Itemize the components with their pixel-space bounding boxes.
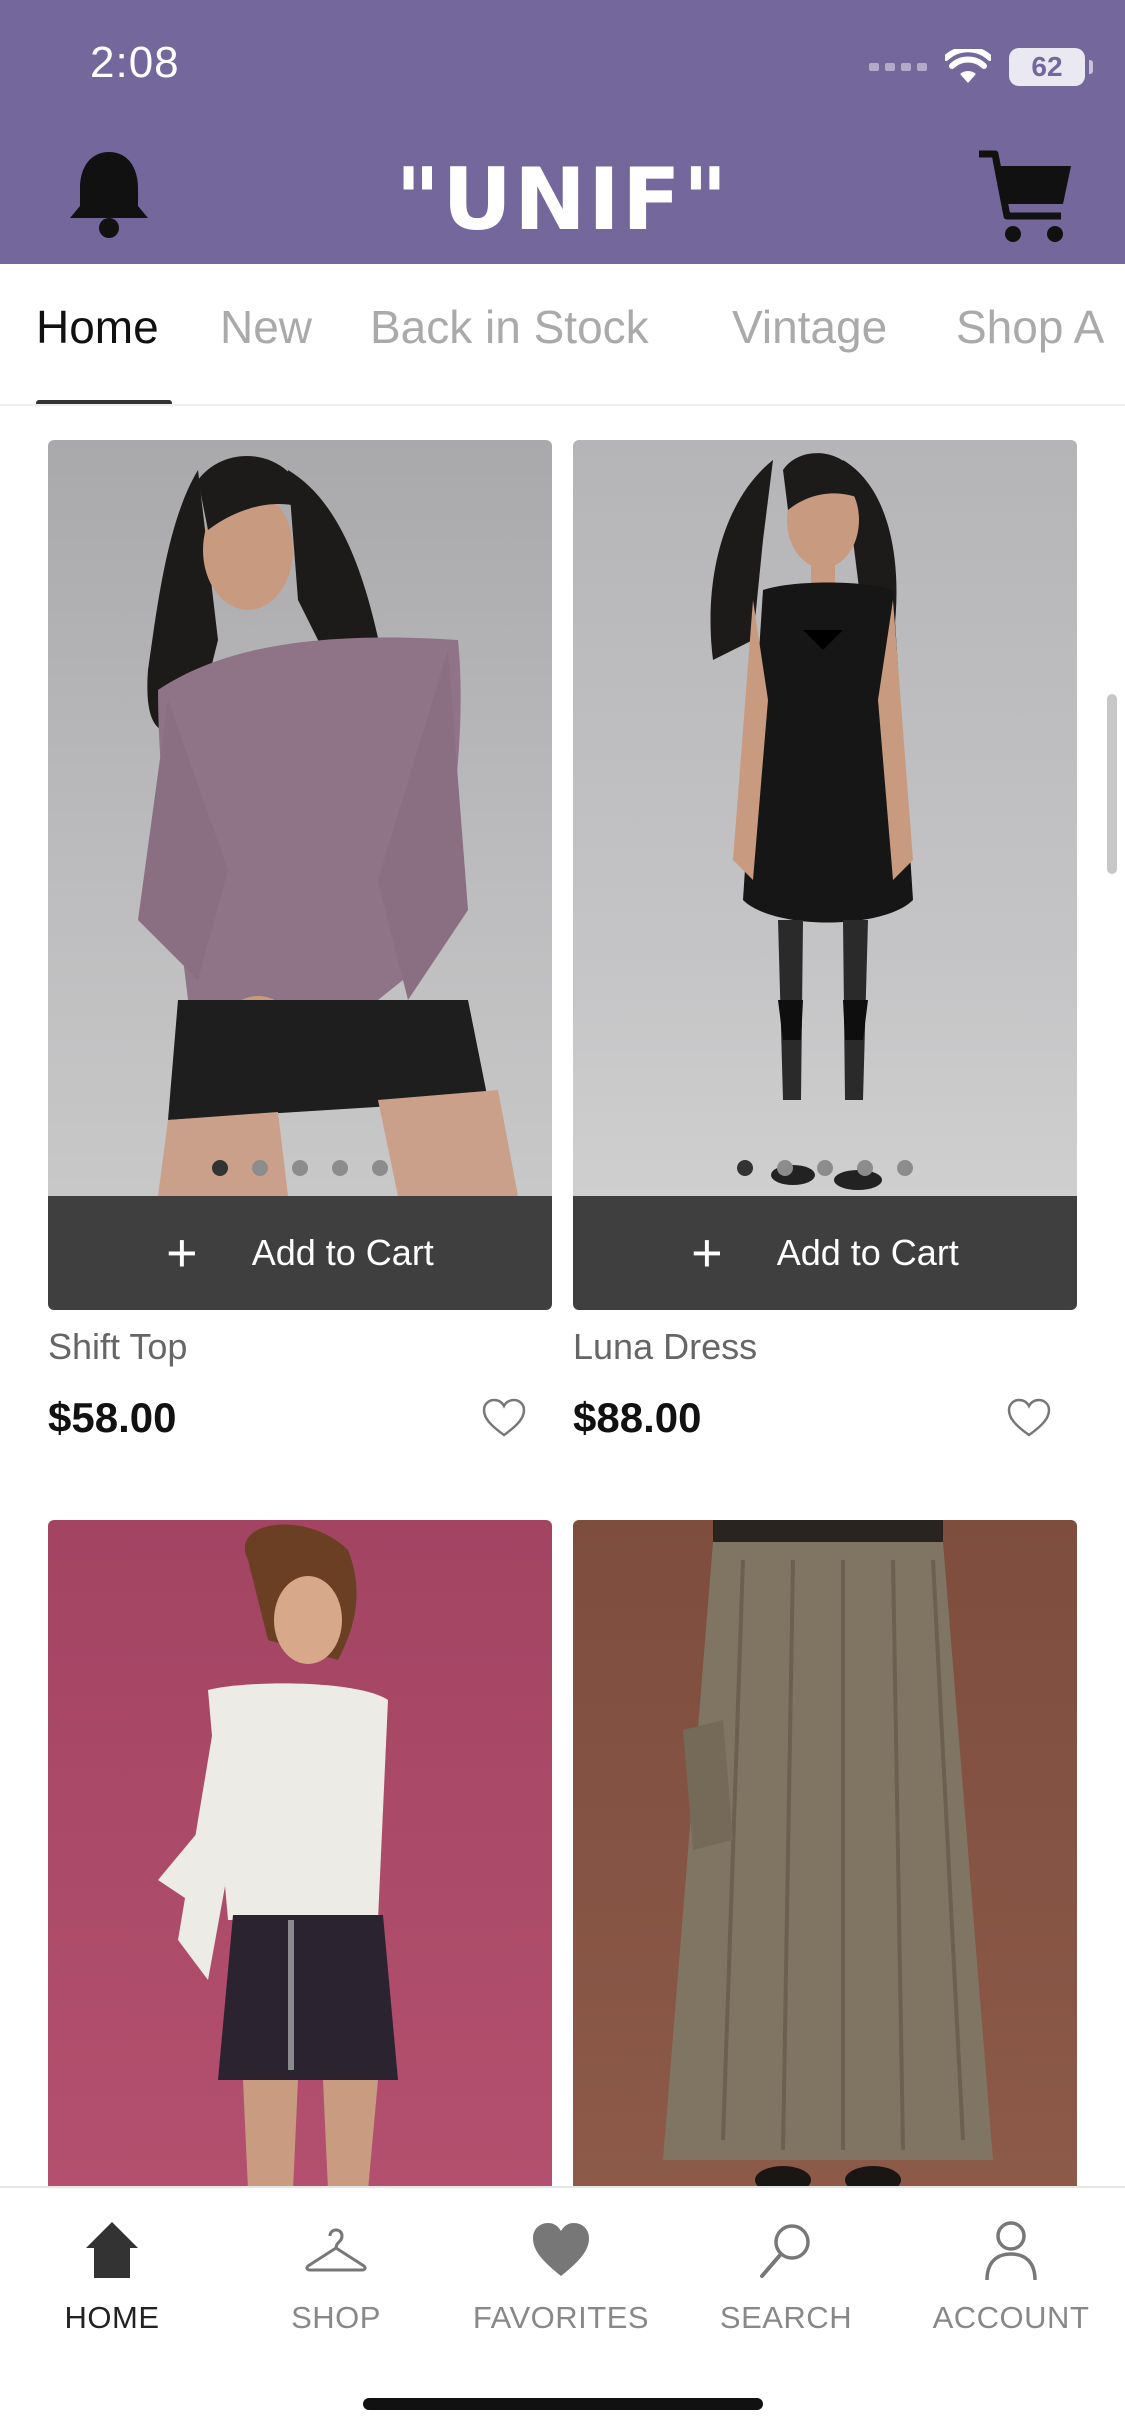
product-price: $58.00 xyxy=(48,1394,177,1441)
tab-new[interactable]: New xyxy=(220,300,312,354)
add-to-cart-button[interactable]: + Add to Cart xyxy=(48,1196,552,1310)
product-name[interactable]: Shift Top xyxy=(48,1326,187,1368)
image-carousel-dots[interactable] xyxy=(573,1160,1077,1176)
scrollbar[interactable] xyxy=(1107,694,1117,874)
nav-account[interactable]: ACCOUNT xyxy=(911,2218,1111,2336)
home-icon xyxy=(86,2222,138,2278)
category-tabs: Home New Back in Stock Vintage Shop A xyxy=(0,264,1125,406)
product-image[interactable] xyxy=(573,440,1077,1196)
active-tab-indicator xyxy=(36,400,172,404)
status-indicators: 62 xyxy=(869,48,1093,86)
battery-indicator: 62 xyxy=(1009,48,1093,86)
cart-icon[interactable] xyxy=(977,146,1073,246)
plus-icon: + xyxy=(691,1223,723,1283)
image-carousel-dots[interactable] xyxy=(48,1160,552,1176)
app-header: 2:08 62 "UNIF" xyxy=(0,0,1125,264)
model-figure xyxy=(710,453,913,1190)
cellular-signal-icon xyxy=(869,63,927,71)
plus-icon: + xyxy=(166,1223,198,1283)
tab-back-in-stock[interactable]: Back in Stock xyxy=(370,300,649,354)
product-skirt xyxy=(663,1520,993,2190)
product-image[interactable] xyxy=(48,1520,552,2190)
add-to-cart-button[interactable]: + Add to Cart xyxy=(573,1196,1077,1310)
favorite-heart-icon[interactable] xyxy=(1007,1398,1051,1438)
nav-home[interactable]: HOME xyxy=(12,2218,212,2336)
nav-shop[interactable]: SHOP xyxy=(236,2218,436,2336)
model-figure xyxy=(138,456,518,1196)
heart-icon xyxy=(533,2223,589,2276)
product-price: $88.00 xyxy=(573,1394,702,1441)
tab-shop[interactable]: Shop A xyxy=(956,300,1104,354)
product-name[interactable]: Luna Dress xyxy=(573,1326,757,1368)
status-time: 2:08 xyxy=(90,38,180,87)
home-indicator[interactable] xyxy=(363,2398,763,2410)
person-icon xyxy=(985,2221,1037,2281)
tab-vintage[interactable]: Vintage xyxy=(732,300,887,354)
search-icon xyxy=(760,2224,810,2278)
product-image[interactable] xyxy=(573,1520,1077,2190)
hanger-icon xyxy=(305,2228,367,2272)
favorite-heart-icon[interactable] xyxy=(482,1398,526,1438)
brand-logo[interactable]: "UNIF" xyxy=(0,150,1125,250)
wifi-icon xyxy=(945,49,991,83)
nav-favorites[interactable]: FAVORITES xyxy=(461,2218,661,2336)
model-figure xyxy=(158,1524,398,2190)
tab-home[interactable]: Home xyxy=(36,300,159,354)
product-image[interactable] xyxy=(48,440,552,1196)
nav-search[interactable]: SEARCH xyxy=(686,2218,886,2336)
